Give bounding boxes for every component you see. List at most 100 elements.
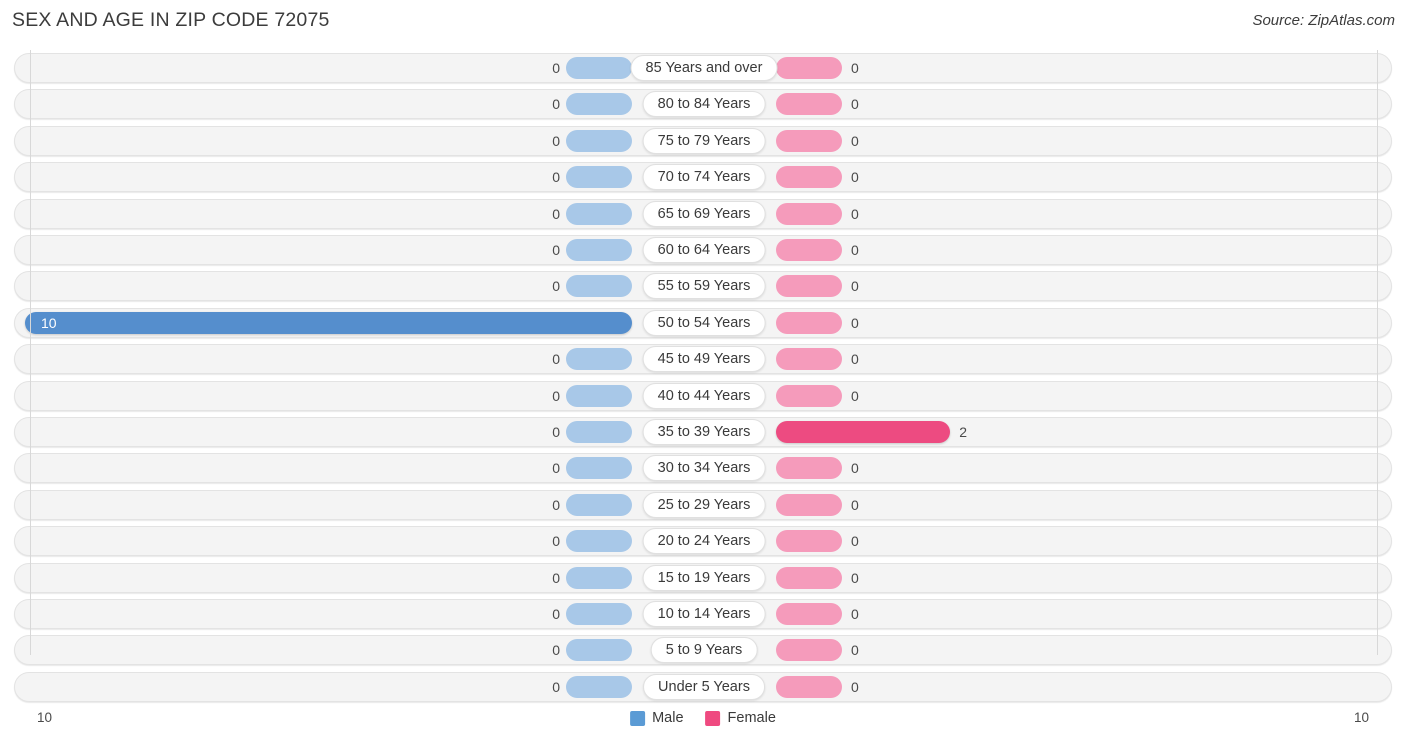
- value-label-female: 0: [851, 606, 859, 622]
- age-group-label: 10 to 14 Years: [642, 601, 766, 627]
- chart-row[interactable]: 0 0 80 to 84 Years: [14, 89, 1392, 120]
- bar-male[interactable]: [25, 311, 632, 334]
- bar-male[interactable]: [566, 675, 632, 698]
- value-label-female: 0: [851, 205, 859, 222]
- value-label-male: 0: [552, 169, 560, 186]
- age-group-label: 40 to 44 Years: [642, 382, 766, 409]
- chart-row[interactable]: 0 0 30 to 34 Years: [14, 453, 1392, 484]
- chart-row[interactable]: 0 0 60 to 64 Years: [14, 235, 1392, 265]
- bar-female[interactable]: [776, 530, 842, 553]
- value-label-male: 0: [552, 278, 560, 295]
- bar-male[interactable]: [566, 530, 632, 553]
- bar-female[interactable]: [776, 457, 842, 480]
- bar-female[interactable]: [776, 675, 842, 698]
- gridline-right: [1377, 50, 1378, 655]
- bar-male[interactable]: [566, 639, 632, 662]
- value-label-female: 0: [851, 533, 859, 550]
- value-label-male: 0: [552, 387, 560, 404]
- chart-page: SEX AND AGE IN ZIP CODE 72075 Source: Zi…: [0, 0, 1406, 740]
- value-label-male: 0: [552, 205, 560, 222]
- chart-row[interactable]: 0 0 55 to 59 Years: [14, 271, 1392, 302]
- value-label-female: 0: [851, 496, 859, 513]
- value-label-male: 10: [41, 314, 57, 331]
- chart-row-inner: 0 0 15 to 19 Years: [15, 564, 1391, 592]
- value-label-male: 0: [552, 351, 560, 368]
- chart-row[interactable]: 0 0 75 to 79 Years: [14, 125, 1392, 156]
- chart-row-inner: 0 2 35 to 39 Years: [15, 418, 1391, 446]
- chart-row[interactable]: 0 0 Under 5 Years: [14, 671, 1392, 702]
- value-label-female: 0: [851, 460, 859, 477]
- bar-male[interactable]: [566, 202, 632, 225]
- chart-row[interactable]: 0 0 40 to 44 Years: [14, 380, 1392, 411]
- chart-row-inner: 0 0 65 to 69 Years: [15, 200, 1391, 228]
- axis-tick-left: 10: [37, 710, 53, 725]
- chart-row[interactable]: 0 0 45 to 49 Years: [14, 344, 1392, 375]
- bar-female[interactable]: [776, 275, 842, 298]
- bar-female[interactable]: [776, 202, 842, 225]
- bar-male[interactable]: [566, 421, 632, 443]
- bar-male[interactable]: [566, 57, 632, 79]
- age-group-label: 30 to 34 Years: [642, 455, 766, 482]
- bar-female[interactable]: [776, 93, 842, 116]
- age-group-label: 25 to 29 Years: [642, 491, 766, 518]
- chart-row-inner: 0 0 5 to 9 Years: [15, 636, 1391, 664]
- chart-row-inner: 0 0 20 to 24 Years: [15, 527, 1391, 555]
- bar-male[interactable]: [566, 603, 632, 625]
- age-group-label: 65 to 69 Years: [642, 200, 766, 227]
- bar-female[interactable]: [776, 384, 842, 407]
- chart-row[interactable]: 0 0 20 to 24 Years: [14, 526, 1392, 557]
- value-label-male: 0: [552, 533, 560, 550]
- bar-male[interactable]: [566, 457, 632, 480]
- bar-male[interactable]: [566, 129, 632, 152]
- bar-female[interactable]: [776, 493, 842, 516]
- bar-female[interactable]: [776, 129, 842, 152]
- bar-male[interactable]: [566, 166, 632, 189]
- chart-row[interactable]: 0 0 15 to 19 Years: [14, 562, 1392, 593]
- chart-row[interactable]: 0 0 85 Years and over: [14, 53, 1392, 83]
- value-label-male: 0: [552, 606, 560, 622]
- bar-female[interactable]: [776, 57, 842, 79]
- bar-female[interactable]: [776, 311, 842, 334]
- chart-row[interactable]: 0 0 65 to 69 Years: [14, 198, 1392, 229]
- value-label-female: 0: [851, 278, 859, 295]
- bar-male[interactable]: [566, 93, 632, 116]
- chart-row[interactable]: 10 0 50 to 54 Years: [14, 307, 1392, 338]
- bar-male[interactable]: [566, 566, 632, 589]
- chart-row[interactable]: 0 0 5 to 9 Years: [14, 635, 1392, 666]
- chart-row-inner: 0 0 30 to 34 Years: [15, 454, 1391, 482]
- bar-female[interactable]: [776, 421, 951, 443]
- legend-item-male[interactable]: Male: [630, 710, 684, 726]
- bar-male[interactable]: [566, 384, 632, 407]
- value-label-female: 0: [851, 132, 859, 149]
- age-group-label: 55 to 59 Years: [642, 273, 766, 300]
- value-label-male: 0: [552, 96, 560, 113]
- chart-row[interactable]: 0 0 10 to 14 Years: [14, 599, 1392, 629]
- age-group-label: 45 to 49 Years: [642, 346, 766, 373]
- age-group-label: 60 to 64 Years: [642, 237, 766, 263]
- bar-female[interactable]: [776, 239, 842, 261]
- value-label-male: 0: [552, 569, 560, 586]
- chart-row-inner: 10 0 50 to 54 Years: [15, 309, 1391, 337]
- bar-female[interactable]: [776, 603, 842, 625]
- chart-row-inner: 0 0 55 to 59 Years: [15, 272, 1391, 300]
- bar-female[interactable]: [776, 348, 842, 371]
- bar-female[interactable]: [776, 639, 842, 662]
- bar-female[interactable]: [776, 566, 842, 589]
- legend-item-female[interactable]: Female: [705, 710, 776, 726]
- value-label-female: 0: [851, 60, 859, 76]
- legend-label: Male: [652, 710, 684, 726]
- bar-male[interactable]: [566, 275, 632, 298]
- age-group-label: 5 to 9 Years: [650, 637, 758, 664]
- value-label-female: 0: [851, 351, 859, 368]
- legend-swatch-icon: [705, 710, 721, 726]
- value-label-female: 0: [851, 169, 859, 186]
- bar-male[interactable]: [566, 348, 632, 371]
- chart-row[interactable]: 0 0 70 to 74 Years: [14, 162, 1392, 193]
- value-label-male: 0: [552, 242, 560, 258]
- bar-female[interactable]: [776, 166, 842, 189]
- chart-row[interactable]: 0 2 35 to 39 Years: [14, 417, 1392, 447]
- bar-male[interactable]: [566, 493, 632, 516]
- chart-row-inner: 0 0 25 to 29 Years: [15, 491, 1391, 519]
- bar-male[interactable]: [566, 239, 632, 261]
- chart-row[interactable]: 0 0 25 to 29 Years: [14, 489, 1392, 520]
